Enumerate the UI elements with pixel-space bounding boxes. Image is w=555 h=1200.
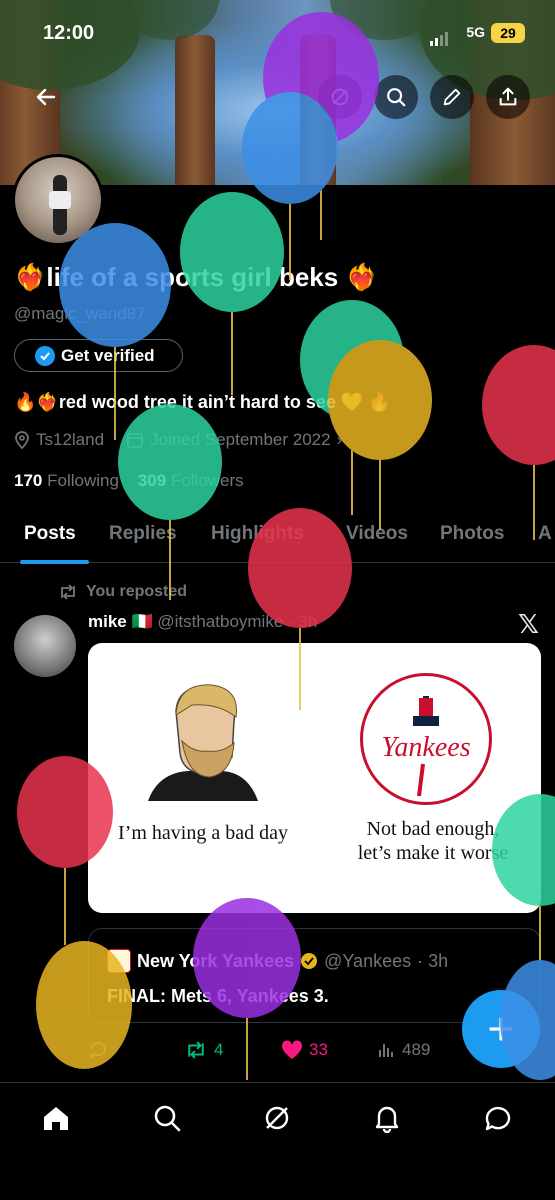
views-button[interactable]: 489 [378, 1040, 430, 1060]
repost-indicator: You reposted [58, 583, 187, 601]
like-count: 33 [309, 1040, 328, 1059]
profile-bio: 🔥❤️‍🔥red wood tree it ain’t hard to see … [14, 392, 391, 412]
repost-count: 4 [214, 1040, 224, 1059]
profile-display-name: ❤️‍🔥life of a sports girl beks ❤️‍🔥 [14, 262, 378, 292]
quoted-author-handle: @Yankees [324, 950, 412, 971]
heart-icon [281, 1040, 303, 1059]
repost-icon [61, 584, 75, 600]
followers-link[interactable]: 309 Followers [138, 471, 244, 490]
share-button[interactable] [486, 75, 530, 119]
tab-articles[interactable]: A [538, 523, 552, 545]
balloon-icon [180, 192, 284, 312]
quoted-author-name: New York Yankees [137, 950, 295, 971]
home-icon [44, 1107, 68, 1130]
followers-count: 309 [137, 471, 167, 490]
status-time: 12:00 [43, 22, 95, 44]
meme-right-caption-2: let’s make it worse [357, 842, 509, 864]
verified-check-icon [35, 345, 55, 366]
back-button[interactable] [24, 75, 68, 119]
get-verified-button[interactable]: Get verified [14, 339, 183, 372]
x-logo-icon: 𝕏 [518, 610, 539, 640]
location-text: Ts12land [36, 430, 105, 449]
quoted-post-header: New York Yankees @Yankees · 3h [107, 949, 448, 973]
post-time: · 3h [288, 612, 318, 631]
active-tab-indicator [20, 560, 89, 564]
search-icon [387, 88, 406, 107]
quoted-post-text: FINAL: Mets 6, Yankees 3. [107, 986, 329, 1006]
reply-icon [89, 1042, 106, 1059]
svg-text:Yankees: Yankees [381, 732, 470, 763]
yankees-logo-image: Yankees [360, 673, 492, 805]
get-verified-label: Get verified [61, 345, 155, 365]
search-icon [154, 1105, 181, 1132]
plus-icon [489, 1017, 513, 1041]
location-pin-icon [15, 431, 29, 449]
like-button[interactable]: 33 [281, 1040, 328, 1060]
grok-icon [265, 1106, 289, 1130]
calendar-icon [127, 433, 143, 448]
quoted-author-avatar [107, 949, 131, 973]
grok-icon [331, 88, 349, 106]
profile-avatar[interactable] [12, 154, 104, 246]
gold-verified-icon [301, 953, 318, 969]
back-arrow-icon [36, 88, 56, 106]
post-image[interactable]: Yankees I’m having a bad day Not bad eno… [88, 643, 541, 913]
share-icon [499, 87, 517, 106]
tab-replies[interactable]: Replies [109, 523, 177, 545]
tab-photos[interactable]: Photos [440, 523, 504, 545]
bottom-navigation [0, 1082, 555, 1200]
follow-stats: 170 Following 309 Followers [14, 471, 244, 491]
chevron-right-icon: › [336, 430, 343, 449]
compose-post-button[interactable] [462, 990, 540, 1068]
following-label: Following [47, 471, 119, 490]
views-icon [379, 1044, 393, 1057]
nav-grok[interactable] [260, 1101, 294, 1135]
balloon-icon [482, 345, 555, 465]
network-label: 5G [466, 24, 485, 40]
tab-posts[interactable]: Posts [24, 523, 76, 545]
repost-icon [188, 1041, 204, 1059]
tab-highlights[interactable]: Highlights [211, 523, 304, 545]
post-header: mike 🇮🇹 @itsthatboymike · 3h [88, 612, 317, 632]
post-author-name[interactable]: mike 🇮🇹 [88, 612, 153, 631]
edit-profile-button[interactable] [430, 75, 474, 119]
quoted-post-time: · 3h [417, 950, 449, 971]
tab-videos[interactable]: Videos [346, 523, 408, 545]
followers-label: Followers [170, 471, 244, 490]
messages-icon [485, 1106, 511, 1131]
profile-handle: @magic_wand87 [14, 304, 146, 323]
post-author-handle[interactable]: @itsthatboymike [157, 612, 283, 631]
repost-label: You reposted [86, 583, 188, 600]
post-author-avatar[interactable] [14, 615, 76, 677]
search-button[interactable] [374, 75, 418, 119]
grok-button[interactable] [318, 75, 362, 119]
nav-search[interactable] [150, 1101, 184, 1135]
chad-face-image [148, 684, 258, 801]
nav-messages[interactable] [481, 1101, 515, 1135]
notifications-icon [375, 1106, 399, 1133]
repost-button[interactable]: 4 [184, 1040, 223, 1060]
profile-location: Ts12land [14, 430, 104, 450]
nav-notifications[interactable] [370, 1101, 404, 1135]
profile-meta: Ts12land Joined September 2022 › [14, 430, 342, 450]
battery-level: 29 [491, 23, 525, 43]
balloon-icon [118, 404, 222, 520]
status-bar: 12:00 5G 29 [0, 18, 555, 52]
profile-joined: Joined September 2022 › [126, 430, 342, 450]
joined-text: Joined September 2022 [150, 430, 331, 449]
signal-icon [430, 28, 450, 46]
following-link[interactable]: 170 Following [14, 471, 119, 490]
pencil-icon [443, 88, 461, 106]
reply-button[interactable] [88, 1040, 108, 1060]
views-count: 489 [402, 1040, 431, 1059]
meme-right-caption-1: Not bad enough, [366, 818, 500, 840]
meme-left-caption: I’m having a bad day [118, 822, 288, 844]
nav-home[interactable] [39, 1101, 73, 1135]
following-count: 170 [14, 471, 43, 490]
profile-tabs: Posts Replies Highlights Videos Photos A [0, 505, 555, 564]
